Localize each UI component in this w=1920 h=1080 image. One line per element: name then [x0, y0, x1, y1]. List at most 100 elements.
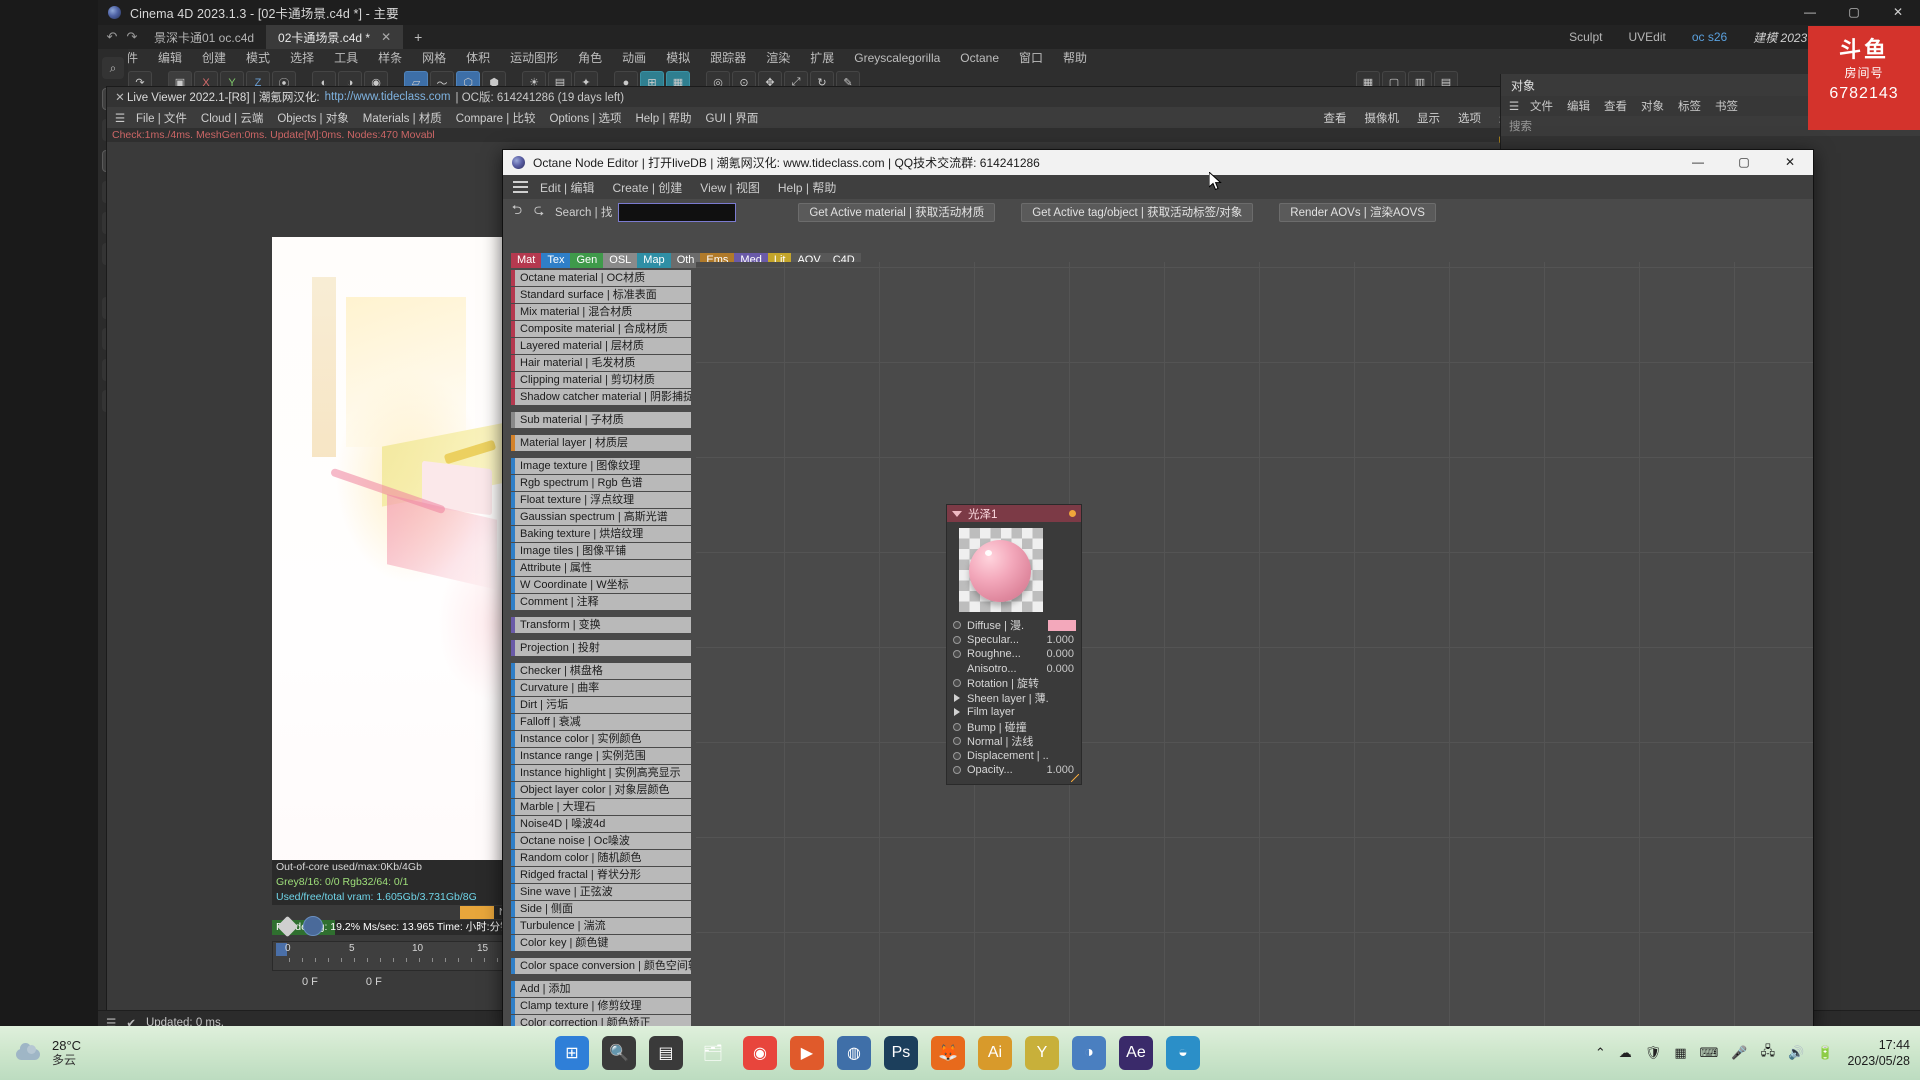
node-list-item[interactable]: Add | 添加	[511, 981, 691, 997]
node-list-item[interactable]: Color key | 颜色键	[511, 935, 691, 951]
om-menu-object[interactable]: 对象	[1634, 98, 1671, 114]
menu-mograph[interactable]: 运动图形	[500, 49, 568, 68]
autokey-toggle[interactable]	[303, 916, 323, 936]
file-explorer-icon[interactable]: 🗂	[696, 1036, 730, 1070]
node-list-item[interactable]: Sub material | 子材质	[511, 412, 691, 428]
node-list-item[interactable]: Float texture | 浮点纹理	[511, 492, 691, 508]
port-value[interactable]: 1.000	[1046, 634, 1081, 646]
node-list-item[interactable]: Clipping material | 剪切材质	[511, 372, 691, 388]
om-menu-file[interactable]: 文件	[1523, 98, 1560, 114]
task-view-icon[interactable]: ▤	[648, 1036, 683, 1070]
battery-icon[interactable]: 🔋	[1817, 1045, 1833, 1061]
menu-simulate[interactable]: 模拟	[656, 49, 700, 68]
new-document-button[interactable]: +	[403, 25, 433, 49]
material-node-port[interactable]: Film layer	[947, 705, 1081, 720]
node-list-item[interactable]: Octane noise | Oc噪波	[511, 833, 691, 849]
octane-icon[interactable]: Y	[1024, 1036, 1059, 1070]
lv-view-inspect[interactable]: 查看	[1316, 110, 1355, 126]
hamburger-icon[interactable]	[509, 181, 531, 193]
photoshop-icon[interactable]: Ps	[883, 1036, 918, 1070]
shield-icon[interactable]: 🛡	[1645, 1045, 1662, 1061]
node-list-item[interactable]: Clamp texture | 修剪纹理	[511, 998, 691, 1014]
port-connector-icon[interactable]	[953, 635, 961, 644]
octane-node-canvas[interactable]: 光泽1 Diffuse | 漫. Specular... 1.000 Roughne.…	[696, 262, 1813, 1028]
edge-icon[interactable]: ◒	[1165, 1036, 1200, 1070]
chevron-right-icon[interactable]	[954, 693, 960, 702]
menu-octane[interactable]: Octane	[950, 49, 1009, 68]
forward-icon[interactable]: ⮎	[531, 202, 547, 220]
lv-view-options[interactable]: 选项	[1450, 110, 1489, 126]
current-frame-field[interactable]: 0 F	[302, 976, 318, 988]
port-connector-icon[interactable]	[953, 650, 961, 659]
menu-edit[interactable]: 编辑	[148, 49, 192, 68]
tab-gen[interactable]: Gen	[570, 253, 604, 268]
document-tab-2-close-icon[interactable]: ✕	[381, 30, 391, 44]
port-value[interactable]: 0.000	[1046, 663, 1081, 675]
hamburger-icon[interactable]: ☰	[1505, 99, 1523, 113]
node-list-item[interactable]: Gaussian spectrum | 高斯光谱	[511, 509, 691, 525]
node-list-item[interactable]: Instance color | 实例颜色	[511, 731, 691, 747]
node-list-item[interactable]: Random color | 随机颜色	[511, 850, 691, 866]
node-list-item[interactable]: Instance range | 实例范围	[511, 748, 691, 764]
chevron-right-icon[interactable]	[954, 708, 960, 717]
node-list-item[interactable]: Shadow catcher material | 阴影捕捉	[511, 389, 691, 405]
material-node-port[interactable]: Normal | 法线	[947, 734, 1081, 749]
oct-menu-edit[interactable]: Edit | 编辑	[531, 179, 603, 196]
node-list-item[interactable]: Attribute | 属性	[511, 560, 691, 576]
start-icon[interactable]: ⊞	[554, 1036, 589, 1070]
layout-oc-s26[interactable]: oc s26	[1692, 30, 1727, 44]
material-node-port[interactable]: Rotation | 旋转	[947, 676, 1081, 691]
node-list-item[interactable]: Marble | 大理石	[511, 799, 691, 815]
node-list-item[interactable]: Image tiles | 图像平铺	[511, 543, 691, 559]
port-connector-icon[interactable]	[953, 621, 961, 630]
menu-character[interactable]: 角色	[568, 49, 612, 68]
port-connector-icon[interactable]	[953, 751, 961, 760]
maximize-icon[interactable]: ▢	[1832, 0, 1876, 25]
search-icon[interactable]: 🔍	[601, 1036, 636, 1070]
node-list-item[interactable]: Standard surface | 标准表面	[511, 287, 691, 303]
node-list-item[interactable]: Baking texture | 烘焙纹理	[511, 526, 691, 542]
material-node-port[interactable]: Roughne... 0.000	[947, 647, 1081, 662]
after-effects-icon[interactable]: Ae	[1118, 1036, 1153, 1070]
node-list-item[interactable]: Dirt | 污垢	[511, 697, 691, 713]
node-list-item[interactable]: Transform | 变换	[511, 617, 691, 633]
lv-menu-objects[interactable]: Objects | 对象	[270, 110, 355, 126]
hamburger-icon[interactable]: ☰	[111, 111, 129, 125]
tab-tex[interactable]: Tex	[541, 253, 571, 268]
keyboard-icon[interactable]: ⌨	[1700, 1045, 1719, 1061]
material-node-port[interactable]: Diffuse | 漫.	[947, 618, 1081, 633]
illustrator-icon[interactable]: Ai	[977, 1036, 1012, 1070]
om-menu-edit[interactable]: 编辑	[1560, 98, 1597, 114]
menu-mode[interactable]: 模式	[236, 49, 280, 68]
mic-icon[interactable]: 🎤	[1731, 1045, 1747, 1061]
node-list-item[interactable]: Ridged fractal | 脊状分形	[511, 867, 691, 883]
material-node-port[interactable]: Specular... 1.000	[947, 633, 1081, 648]
port-connector-icon[interactable]	[953, 766, 961, 775]
volume-icon[interactable]: 🔊	[1788, 1045, 1804, 1061]
document-tab-1[interactable]: 景深卡通01 oc.c4d	[142, 25, 267, 49]
menu-volume[interactable]: 体积	[456, 49, 500, 68]
port-value[interactable]: 0.000	[1046, 648, 1081, 660]
port-connector-icon[interactable]	[953, 722, 961, 731]
om-menu-view[interactable]: 查看	[1597, 98, 1634, 114]
node-list-item[interactable]: Hair material | 毛发材质	[511, 355, 691, 371]
c4d-icon[interactable]: ◍	[836, 1036, 871, 1070]
layout-sculpt[interactable]: Sculpt	[1569, 30, 1602, 44]
lv-menu-compare[interactable]: Compare | 比较	[449, 110, 543, 126]
node-list-item[interactable]: Octane material | OC材质	[511, 270, 691, 286]
lv-menu-help[interactable]: Help | 帮助	[628, 110, 698, 126]
minimize-icon[interactable]: —	[1788, 0, 1832, 25]
apps-icon[interactable]: ▦	[1674, 1045, 1686, 1061]
network-icon[interactable]: 🖧	[1761, 1042, 1776, 1064]
lv-menu-file[interactable]: File | 文件	[129, 110, 194, 126]
resize-grip-icon[interactable]	[1071, 773, 1079, 782]
menu-render[interactable]: 渲染	[756, 49, 800, 68]
node-list-item[interactable]: Mix material | 混合材质	[511, 304, 691, 320]
material-node-output-port[interactable]	[1069, 510, 1076, 517]
firefox-icon[interactable]: 🦊	[930, 1036, 965, 1070]
menu-tracker[interactable]: 跟踪器	[700, 49, 756, 68]
node-list-item[interactable]: Projection | 投射	[511, 640, 691, 656]
material-node-port[interactable]: Bump | 碰撞	[947, 720, 1081, 735]
menu-greyscalegorilla[interactable]: Greyscalegorilla	[844, 49, 950, 68]
chevron-down-icon[interactable]	[952, 510, 962, 517]
